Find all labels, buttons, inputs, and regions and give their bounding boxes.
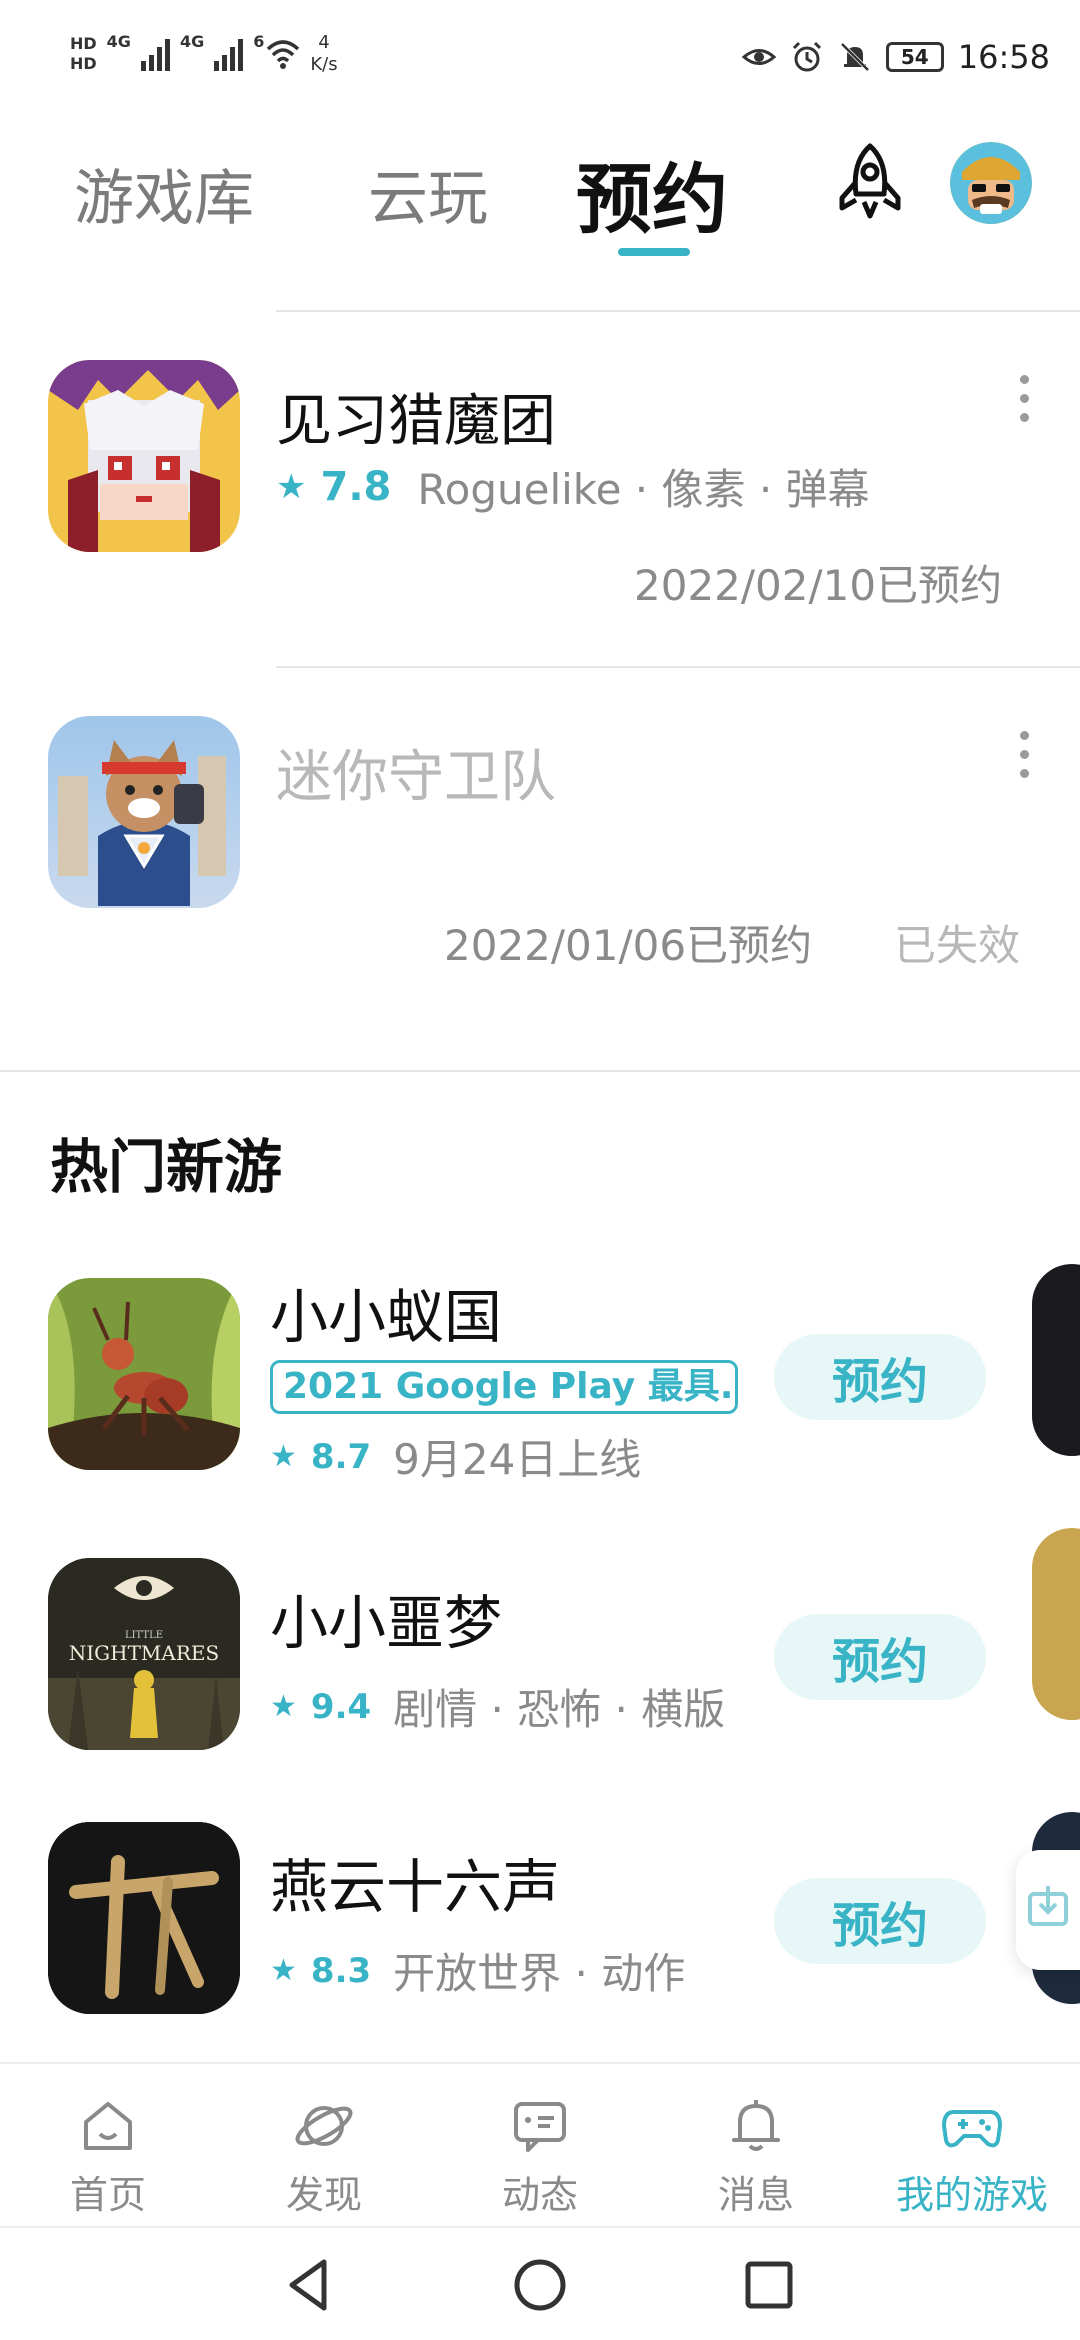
nav-my-games[interactable]: 我的游戏 [872, 2094, 1072, 2219]
nav-label: 我的游戏 [895, 2173, 1048, 2217]
game-title: 燕云十六声 [270, 1853, 561, 1921]
network1-label: 4G [106, 32, 131, 51]
game-icon-mini-guardians [48, 716, 240, 908]
bottom-navigation: 首页 发现 动态 消息 我的游戏 [0, 2062, 1080, 2224]
game-title: 小小蚁国 [270, 1283, 503, 1351]
recent-apps-icon[interactable] [734, 2250, 804, 2320]
clock: 16:58 [957, 38, 1050, 76]
hot-game-item[interactable]: 小小蚁国 2021 Google Play 最具... ★ 8.7 9月24日上… [0, 1264, 1080, 1484]
carousel-peek-image [1032, 1264, 1080, 1456]
floating-download-button[interactable] [1016, 1850, 1080, 1970]
expired-status: 已失效 [894, 921, 1021, 970]
game-icon-where-winds-meet [48, 1822, 240, 2014]
alarm-icon [792, 41, 821, 72]
nav-label: 动态 [501, 2173, 578, 2217]
rating-value: 7.8 [320, 463, 392, 510]
icon-small-text: LITTLE [125, 1630, 163, 1641]
top-tab-bar: 游戏库 云玩 预约 [0, 130, 1080, 270]
tab-cloud-play[interactable]: 云玩 [368, 150, 488, 237]
more-options-button[interactable] [1012, 724, 1036, 784]
nav-label: 发现 [285, 2173, 362, 2217]
chat-icon [514, 2102, 566, 2152]
back-icon[interactable] [274, 2250, 344, 2320]
home-icon [84, 2102, 132, 2150]
nav-label: 消息 [717, 2173, 794, 2217]
star-icon: ★ [270, 1953, 297, 1988]
game-meta: ★ 8.3 开放世界 · 动作 [270, 1940, 685, 2001]
download-icon [1028, 1886, 1068, 1926]
wifi-icon [267, 40, 300, 69]
signal2-icon [214, 37, 244, 71]
nav-discover[interactable]: 发现 [224, 2094, 424, 2219]
rating-value: 8.7 [310, 1436, 372, 1477]
rating-value: 8.3 [310, 1950, 372, 1991]
reserved-item[interactable]: 见习猎魔团 ★ 7.8 Roguelike · 像素 · 弹幕 2022/02/… [0, 360, 1080, 660]
nav-label: 首页 [69, 2173, 146, 2217]
network2-label: 4G [179, 32, 205, 51]
game-meta: ★ 7.8 Roguelike · 像素 · 弹幕 [276, 456, 870, 517]
status-right: 54 16:58 [741, 38, 1050, 76]
nav-home[interactable]: 首页 [8, 2094, 208, 2219]
tab-reservations[interactable]: 预约 [576, 138, 728, 248]
game-icon-little-nightmares: LITTLE NIGHTMARES [48, 1558, 240, 1750]
game-icon-ant-empire [48, 1278, 240, 1470]
nav-messages[interactable]: 消息 [656, 2094, 856, 2219]
hd1-label: HD [70, 34, 97, 53]
header-divider [276, 310, 1080, 312]
star-icon: ★ [270, 1689, 297, 1724]
reserve-button[interactable]: 预约 [774, 1334, 986, 1420]
speed-unit: K/s [310, 54, 338, 75]
nav-feed[interactable]: 动态 [440, 2094, 640, 2219]
rocket-icon[interactable] [832, 142, 908, 224]
wifi-badge: 6 [253, 32, 265, 51]
game-tags: Roguelike · 像素 · 弹幕 [417, 465, 870, 514]
mute-bell-icon [840, 42, 870, 72]
game-info: 9月24日上线 [393, 1435, 642, 1484]
game-title: 见习猎魔团 [276, 389, 556, 454]
planet-icon [295, 2106, 353, 2146]
battery-indicator: 54 [885, 42, 944, 72]
reserve-button[interactable]: 预约 [774, 1614, 986, 1700]
status-left: HD HD 4G 4G 6 4 K/s [70, 32, 338, 76]
gamepad-icon [942, 2110, 1002, 2148]
reserved-date: 2022/01/06已预约 [444, 921, 813, 970]
star-icon: ★ [276, 466, 307, 507]
avatar[interactable] [950, 142, 1032, 224]
avatar-image [950, 142, 1032, 224]
reserve-button[interactable]: 预约 [774, 1878, 986, 1964]
section-divider [0, 1070, 1080, 1072]
award-tag: 2021 Google Play 最具... [270, 1360, 738, 1414]
hd2-label: HD [70, 54, 97, 73]
hd-indicator: HD HD [70, 34, 97, 74]
icon-title-text: NIGHTMARES [69, 1641, 219, 1665]
game-title: 小小噩梦 [270, 1589, 503, 1657]
star-icon: ★ [270, 1439, 297, 1474]
bell-icon [732, 2100, 780, 2151]
more-options-button[interactable] [1012, 368, 1036, 428]
reserved-date: 2022/02/10已预约 [634, 561, 1003, 610]
eye-icon [741, 49, 776, 65]
net-speed: 4 K/s [310, 32, 337, 76]
hot-game-item[interactable]: 燕云十六声 ★ 8.3 开放世界 · 动作 预约 [0, 1812, 1080, 2022]
item-divider [276, 666, 1080, 668]
speed-value: 4 [318, 32, 330, 53]
tab-game-library[interactable]: 游戏库 [74, 150, 254, 237]
hot-game-item[interactable]: LITTLE NIGHTMARES 小小噩梦 ★ 9.4 剧情 · 恐怖 · 横… [0, 1528, 1080, 1758]
home-circle-icon[interactable] [505, 2250, 575, 2320]
game-info: 剧情 · 恐怖 · 横版 [393, 1685, 726, 1734]
game-title: 迷你守卫队 [276, 745, 556, 810]
carousel-peek-image [1032, 1528, 1080, 1720]
signal1-icon [140, 37, 170, 71]
game-meta: ★ 8.7 9月24日上线 [270, 1426, 641, 1487]
game-meta: ★ 9.4 剧情 · 恐怖 · 横版 [270, 1676, 725, 1737]
section-title-hot-games: 热门新游 [50, 1133, 283, 1201]
game-info: 开放世界 · 动作 [393, 1949, 686, 1998]
status-bar: HD HD 4G 4G 6 4 K/s 54 16:58 [0, 0, 1080, 120]
game-icon-demon-hunter [48, 360, 240, 552]
rating-value: 9.4 [310, 1686, 372, 1727]
reserved-item[interactable]: 迷你守卫队 2022/01/06已预约 已失效 [0, 716, 1080, 996]
system-navigation-bar [0, 2226, 1080, 2340]
active-tab-indicator [618, 248, 690, 256]
